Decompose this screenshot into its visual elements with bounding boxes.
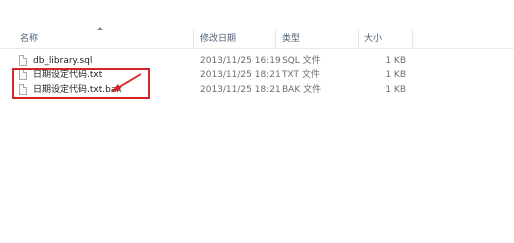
file-type: SQL 文件: [282, 56, 321, 66]
column-header-date[interactable]: 修改日期: [200, 33, 236, 45]
column-divider[interactable]: [358, 30, 359, 48]
file-name: db_library.sql: [33, 56, 93, 66]
column-divider[interactable]: [275, 30, 276, 48]
file-type: BAK 文件: [282, 85, 322, 95]
file-modified-date: 2013/11/25 18:21: [200, 85, 281, 95]
column-header-type[interactable]: 类型: [282, 33, 300, 45]
column-header-row: 名称 修改日期 类型 大小: [0, 30, 514, 49]
column-header-name[interactable]: 名称: [20, 33, 38, 45]
column-header-size[interactable]: 大小: [364, 33, 382, 45]
file-explorer: 名称 修改日期 类型 大小 db_library.sql 2013/11/25 …: [0, 0, 514, 243]
document-icon: [19, 55, 27, 66]
file-size: 1 KB: [385, 85, 406, 95]
file-modified-date: 2013/11/25 18:21: [200, 70, 281, 80]
file-size: 1 KB: [385, 70, 406, 80]
file-type: TXT 文件: [282, 70, 320, 80]
file-modified-date: 2013/11/25 16:19: [200, 56, 281, 66]
annotation-highlight-box: [12, 68, 150, 99]
column-divider[interactable]: [193, 30, 194, 48]
file-row[interactable]: db_library.sql 2013/11/25 16:19 SQL 文件 1…: [0, 54, 514, 68]
column-divider[interactable]: [412, 30, 413, 48]
file-size: 1 KB: [385, 56, 406, 66]
